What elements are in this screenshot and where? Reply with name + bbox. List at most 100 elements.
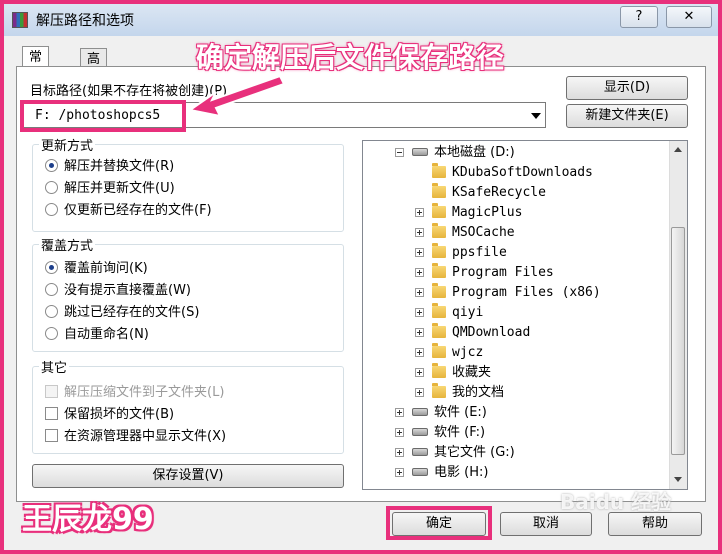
- scroll-down-arrow-icon[interactable]: [674, 477, 682, 482]
- show-in-explorer-checkbox[interactable]: 在资源管理器中显示文件(X): [45, 427, 226, 447]
- tree-item[interactable]: KDubaSoftDownloads: [415, 163, 593, 183]
- window-title: 解压路径和选项: [36, 13, 134, 29]
- tree-item-label: 我的文档: [452, 385, 505, 400]
- radio-icon[interactable]: [45, 327, 58, 340]
- overwrite-option-skip[interactable]: 跳过已经存在的文件(S): [45, 303, 199, 323]
- radio-icon[interactable]: [45, 159, 58, 172]
- expand-icon[interactable]: [415, 208, 424, 217]
- author-watermark: 王辰龙99: [22, 502, 154, 537]
- tree-item-label: ppsfile: [452, 245, 507, 260]
- tree-item-label: KSafeRecycle: [452, 185, 546, 200]
- radio-icon[interactable]: [45, 261, 58, 274]
- expand-icon[interactable]: [415, 388, 424, 397]
- expand-icon[interactable]: [415, 348, 424, 357]
- folder-icon: [432, 163, 446, 178]
- expand-icon[interactable]: [415, 268, 424, 277]
- keep-broken-files-checkbox[interactable]: 保留损坏的文件(B): [45, 405, 174, 425]
- update-mode-title: 更新方式: [39, 135, 96, 154]
- display-button[interactable]: 显示(D): [566, 76, 688, 100]
- scroll-up-arrow-icon[interactable]: [674, 147, 682, 152]
- update-option-existing-only[interactable]: 仅更新已经存在的文件(F): [45, 201, 212, 221]
- close-button[interactable]: ✕: [666, 6, 712, 28]
- checkbox-icon[interactable]: [45, 385, 58, 398]
- tree-item-label: 电影 (H:): [434, 465, 489, 480]
- tree-item[interactable]: Program Files: [415, 263, 554, 283]
- other-title: 其它: [39, 357, 70, 376]
- tree-item[interactable]: qiyi: [415, 303, 483, 323]
- tree-item-label: MSOCache: [452, 225, 515, 240]
- extract-to-subfolder-checkbox[interactable]: 解压压缩文件到子文件夹(L): [45, 383, 224, 403]
- save-settings-button[interactable]: 保存设置(V): [32, 464, 344, 488]
- arrow-shape: [187, 74, 286, 118]
- tree-item[interactable]: 本地磁盘 (D:): [395, 143, 515, 163]
- tree-item-label: QMDownload: [452, 325, 531, 340]
- tree-item[interactable]: 其它文件 (G:): [395, 443, 515, 463]
- tree-item-label: wjcz: [452, 345, 484, 360]
- tree-item[interactable]: MagicPlus: [415, 203, 522, 223]
- drive-icon: [412, 428, 428, 436]
- tree-item-label: Program Files (x86): [452, 285, 601, 300]
- checkbox-icon[interactable]: [45, 429, 58, 442]
- update-option-replace[interactable]: 解压并替换文件(R): [45, 157, 174, 177]
- tree-item[interactable]: Program Files (x86): [415, 283, 601, 303]
- cancel-button[interactable]: 取消: [500, 512, 592, 536]
- tree-item-label: 其它文件 (G:): [434, 445, 515, 460]
- folder-icon: [432, 243, 446, 258]
- expand-icon[interactable]: [415, 288, 424, 297]
- expand-icon[interactable]: [415, 228, 424, 237]
- folder-icon: [432, 343, 446, 358]
- new-folder-button[interactable]: 新建文件夹(E): [566, 104, 688, 128]
- expand-icon[interactable]: [395, 448, 404, 457]
- folder-icon: [432, 223, 446, 238]
- tree-item-label: 收藏夹: [452, 365, 492, 380]
- update-option-update[interactable]: 解压并更新文件(U): [45, 179, 175, 199]
- folder-icon: [432, 263, 446, 278]
- tree-item[interactable]: QMDownload: [415, 323, 530, 343]
- checkbox-icon[interactable]: [45, 407, 58, 420]
- overwrite-option-rename[interactable]: 自动重命名(N): [45, 325, 149, 345]
- tree-item[interactable]: KSafeRecycle: [415, 183, 546, 203]
- tree-item[interactable]: 收藏夹: [415, 363, 491, 383]
- expand-icon[interactable]: [415, 328, 424, 337]
- help-button[interactable]: 帮助: [608, 512, 702, 536]
- folder-icon: [432, 183, 446, 198]
- drive-icon: [412, 448, 428, 456]
- other-group: 其它 解压压缩文件到子文件夹(L) 保留损坏的文件(B) 在资源管理器中显示文件…: [32, 357, 344, 454]
- expand-icon[interactable]: [415, 308, 424, 317]
- overwrite-mode-group: 覆盖方式 覆盖前询问(K) 没有提示直接覆盖(W) 跳过已经存在的文件(S) 自…: [32, 235, 344, 352]
- radio-icon[interactable]: [45, 305, 58, 318]
- overwrite-mode-title: 覆盖方式: [39, 235, 96, 254]
- winrar-icon: [12, 12, 28, 28]
- expand-icon[interactable]: [395, 468, 404, 477]
- radio-icon[interactable]: [45, 181, 58, 194]
- expand-icon[interactable]: [395, 408, 404, 417]
- radio-icon[interactable]: [45, 283, 58, 296]
- expand-icon[interactable]: [395, 428, 404, 437]
- tree-item[interactable]: 软件 (F:): [395, 423, 485, 443]
- expand-icon[interactable]: [415, 368, 424, 377]
- folder-icon: [432, 203, 446, 218]
- tree-item[interactable]: wjcz: [415, 343, 483, 363]
- tree-item[interactable]: 我的文档: [415, 383, 504, 403]
- tree-item[interactable]: MSOCache: [415, 223, 515, 243]
- chevron-down-icon[interactable]: [531, 113, 541, 119]
- expand-icon[interactable]: [415, 248, 424, 257]
- collapse-icon[interactable]: [395, 148, 404, 157]
- folder-icon: [432, 383, 446, 398]
- tree-item-label: qiyi: [452, 305, 484, 320]
- help-title-button[interactable]: ?: [620, 6, 658, 28]
- scrollbar-thumb[interactable]: [671, 227, 685, 455]
- overwrite-option-silent[interactable]: 没有提示直接覆盖(W): [45, 281, 191, 301]
- folder-tree[interactable]: 本地磁盘 (D:) KDubaSoftDownloads KSafeRecycle M…: [362, 140, 688, 490]
- tree-item[interactable]: 软件 (E:): [395, 403, 487, 423]
- overwrite-option-ask[interactable]: 覆盖前询问(K): [45, 259, 148, 279]
- tree-scrollbar[interactable]: [669, 141, 687, 489]
- tree-item-label: Program Files: [452, 265, 554, 280]
- tree-item-label: 本地磁盘 (D:): [434, 145, 515, 160]
- title-bar: 解压路径和选项 ? ✕: [4, 4, 718, 36]
- radio-icon[interactable]: [45, 203, 58, 216]
- tree-item[interactable]: ppsfile: [415, 243, 507, 263]
- tree-item[interactable]: 电影 (H:): [395, 463, 488, 483]
- update-mode-group: 更新方式 解压并替换文件(R) 解压并更新文件(U) 仅更新已经存在的文件(F): [32, 135, 344, 232]
- folder-icon: [432, 323, 446, 338]
